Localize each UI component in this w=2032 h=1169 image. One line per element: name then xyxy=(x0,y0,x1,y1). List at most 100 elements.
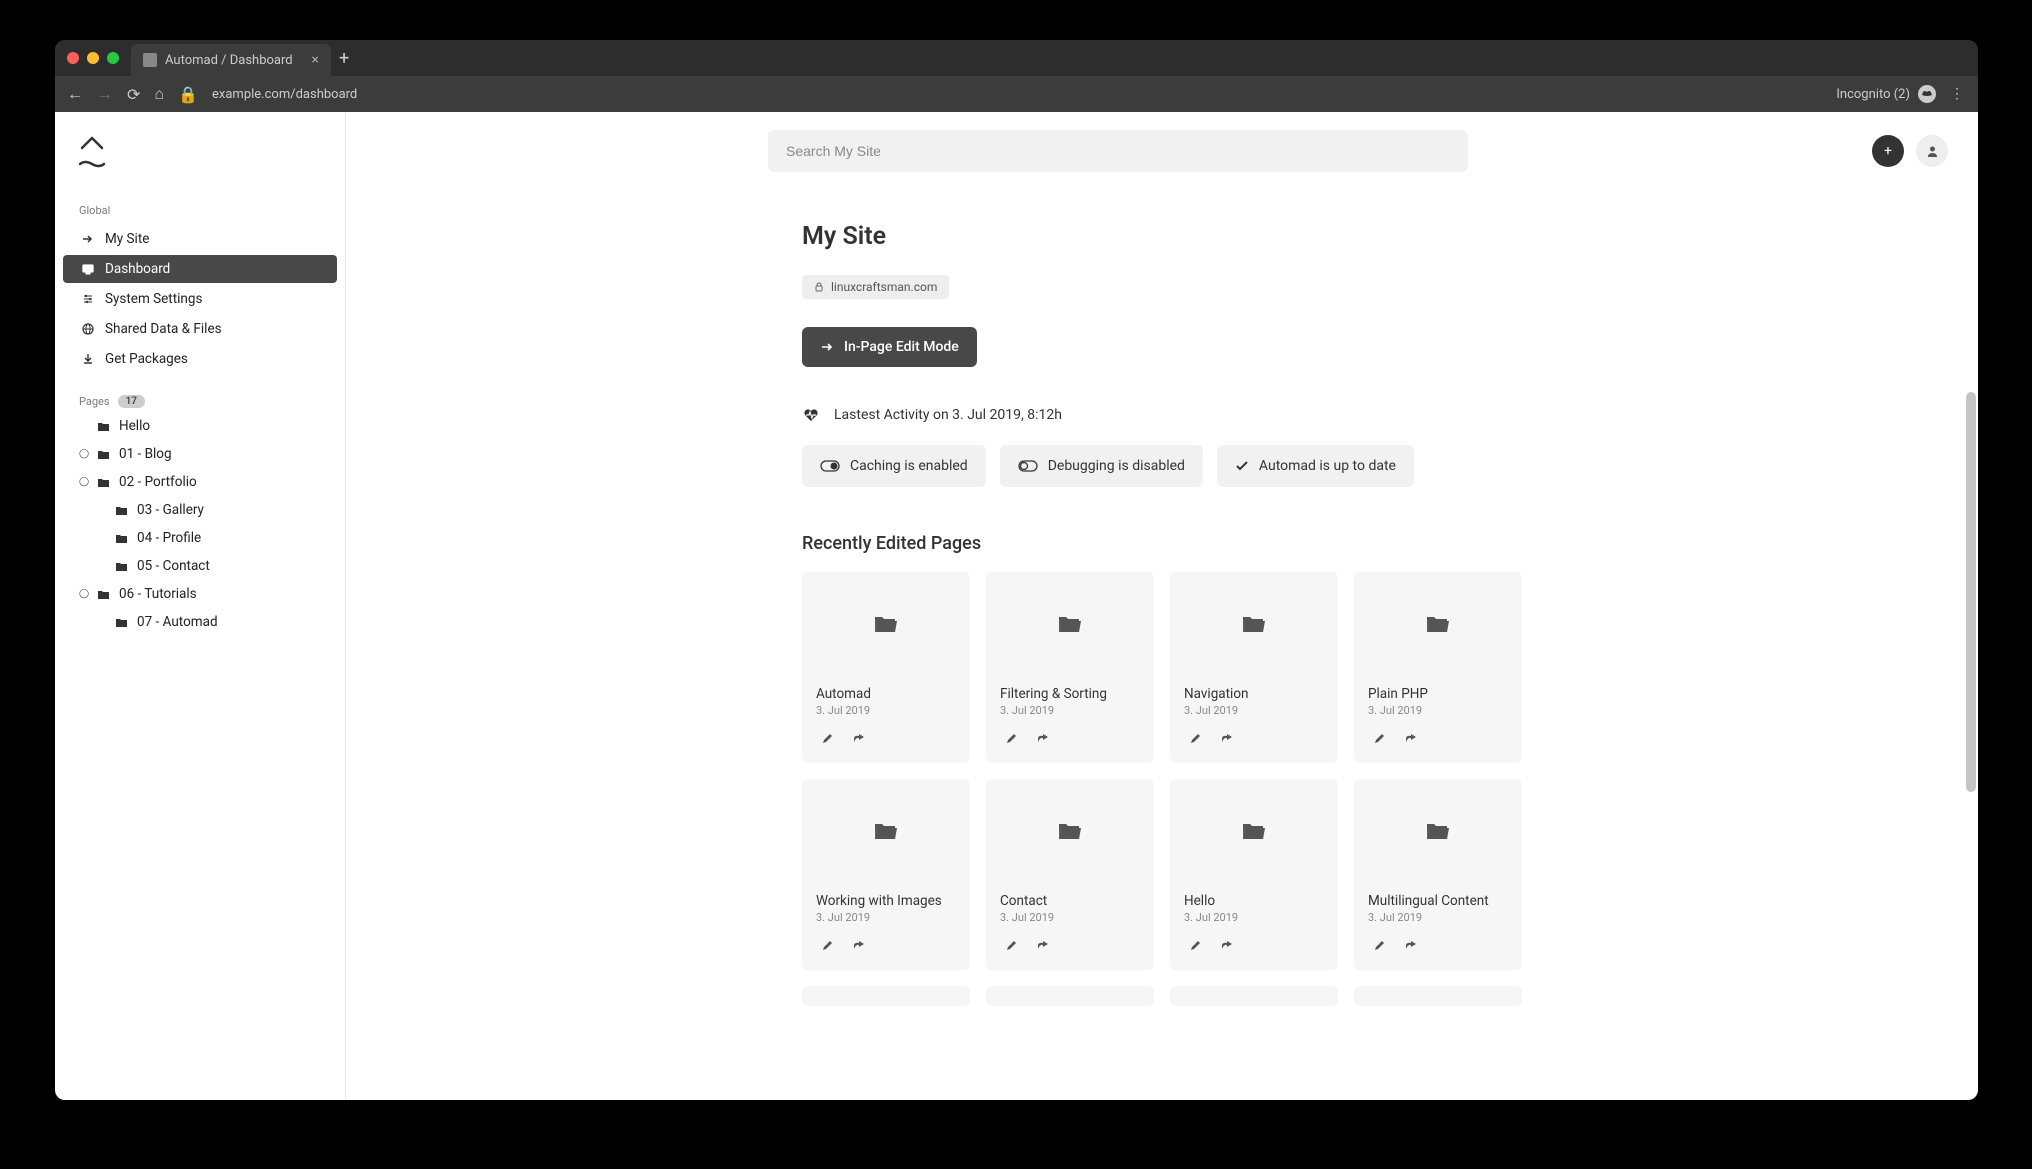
card-thumb xyxy=(986,572,1154,680)
recent-cards-grid: Automad3. Jul 2019Filtering & Sorting3. … xyxy=(802,572,1522,970)
card-thumb xyxy=(1354,572,1522,680)
page-card[interactable]: Filtering & Sorting3. Jul 2019 xyxy=(986,572,1154,763)
edit-action[interactable] xyxy=(816,727,838,749)
open-action[interactable] xyxy=(1400,934,1422,956)
app-logo[interactable] xyxy=(55,128,345,186)
debugging-pill[interactable]: Debugging is disabled xyxy=(1000,445,1203,487)
card-actions xyxy=(1170,727,1338,749)
card-date: 3. Jul 2019 xyxy=(1170,704,1338,727)
edit-action[interactable] xyxy=(816,934,838,956)
maximize-window-button[interactable] xyxy=(107,52,119,64)
in-page-edit-button[interactable]: In-Page Edit Mode xyxy=(802,327,977,367)
close-tab-button[interactable]: × xyxy=(312,52,319,68)
open-action[interactable] xyxy=(1216,727,1238,749)
page-card[interactable]: Hello3. Jul 2019 xyxy=(1170,779,1338,970)
card-actions xyxy=(986,727,1154,749)
nav-my-site[interactable]: My Site xyxy=(63,225,337,253)
pages-section-header: Pages 17 xyxy=(55,375,345,412)
tree-item[interactable]: 04 - Profile xyxy=(55,524,345,552)
nav-get-packages[interactable]: Get Packages xyxy=(63,345,337,373)
back-button[interactable]: ← xyxy=(67,84,83,104)
home-button[interactable]: ⌂ xyxy=(154,84,164,104)
page-card[interactable]: Multilingual Content3. Jul 2019 xyxy=(1354,779,1522,970)
recent-section-title: Recently Edited Pages xyxy=(802,533,1522,554)
nav-label: My Site xyxy=(105,231,149,247)
open-action[interactable] xyxy=(1032,934,1054,956)
incognito-indicator[interactable]: Incognito (2) xyxy=(1836,85,1936,103)
arrow-icon xyxy=(820,340,834,354)
arrow-icon xyxy=(81,233,95,245)
expand-icon[interactable]: ◯ xyxy=(79,589,89,599)
search-input[interactable] xyxy=(768,130,1468,172)
global-section-label: Global xyxy=(55,186,345,223)
edit-action[interactable] xyxy=(1184,727,1206,749)
edit-action[interactable] xyxy=(1368,934,1390,956)
heartbeat-icon xyxy=(802,407,820,423)
tab-title: Automad / Dashboard xyxy=(165,53,293,68)
page-card[interactable]: Plain PHP3. Jul 2019 xyxy=(1354,572,1522,763)
page-card[interactable]: Contact3. Jul 2019 xyxy=(986,779,1154,970)
open-action[interactable] xyxy=(848,934,870,956)
tree-item-label: 03 - Gallery xyxy=(137,502,204,518)
card-stub xyxy=(802,986,970,1006)
open-action[interactable] xyxy=(1400,727,1422,749)
tab-favicon xyxy=(143,53,157,67)
caching-pill[interactable]: Caching is enabled xyxy=(802,445,986,487)
tree-item[interactable]: ◯02 - Portfolio xyxy=(55,468,345,496)
open-action[interactable] xyxy=(1032,727,1054,749)
tree-item[interactable]: 05 - Contact xyxy=(55,552,345,580)
folder-open-icon xyxy=(1057,614,1083,638)
page-card[interactable]: Working with Images3. Jul 2019 xyxy=(802,779,970,970)
reload-button[interactable]: ⟳ xyxy=(127,85,140,104)
edit-action[interactable] xyxy=(1368,727,1390,749)
card-title: Contact xyxy=(986,887,1154,911)
browser-window: Automad / Dashboard × + ← → ⟳ ⌂ 🔒 exampl… xyxy=(55,40,1978,1100)
open-action[interactable] xyxy=(1216,934,1238,956)
card-date: 3. Jul 2019 xyxy=(1354,911,1522,934)
open-action[interactable] xyxy=(848,727,870,749)
sidebar: Global My Site Dashboard System Settings… xyxy=(55,112,346,1100)
globe-icon xyxy=(81,323,95,335)
card-thumb xyxy=(1170,572,1338,680)
tree-item[interactable]: ◯06 - Tutorials xyxy=(55,580,345,608)
close-window-button[interactable] xyxy=(67,52,79,64)
add-page-button[interactable]: + xyxy=(1872,135,1904,167)
new-tab-button[interactable]: + xyxy=(339,48,349,69)
card-stub xyxy=(1170,986,1338,1006)
browser-toolbar: ← → ⟳ ⌂ 🔒 example.com/dashboard Incognit… xyxy=(55,76,1978,112)
folder-icon xyxy=(97,477,111,488)
edit-action[interactable] xyxy=(1184,934,1206,956)
card-date: 3. Jul 2019 xyxy=(986,911,1154,934)
scrollbar[interactable] xyxy=(1966,392,1976,792)
tree-item[interactable]: 07 - Automad xyxy=(55,608,345,636)
tree-item[interactable]: ◯01 - Blog xyxy=(55,440,345,468)
tree-item[interactable]: Hello xyxy=(55,412,345,440)
card-date: 3. Jul 2019 xyxy=(802,704,970,727)
nav-dashboard[interactable]: Dashboard xyxy=(63,255,337,283)
expand-icon[interactable]: ◯ xyxy=(79,477,89,487)
card-thumb xyxy=(1354,779,1522,887)
page-card[interactable]: Navigation3. Jul 2019 xyxy=(1170,572,1338,763)
edit-action[interactable] xyxy=(1000,727,1022,749)
expand-icon[interactable]: ◯ xyxy=(79,449,89,459)
browser-tab[interactable]: Automad / Dashboard × xyxy=(131,44,331,76)
site-url-pill[interactable]: linuxcraftsman.com xyxy=(802,275,949,299)
card-title: Navigation xyxy=(1170,680,1338,704)
url-bar[interactable]: example.com/dashboard xyxy=(212,87,357,102)
update-pill[interactable]: Automad is up to date xyxy=(1217,445,1414,487)
browser-menu-button[interactable]: ⋮ xyxy=(1950,86,1966,102)
folder-open-icon xyxy=(1425,821,1451,845)
page-card[interactable]: Automad3. Jul 2019 xyxy=(802,572,970,763)
nav-system-settings[interactable]: System Settings xyxy=(63,285,337,313)
card-title: Plain PHP xyxy=(1354,680,1522,704)
edit-action[interactable] xyxy=(1000,934,1022,956)
page-viewport: Global My Site Dashboard System Settings… xyxy=(55,112,1978,1100)
card-thumb xyxy=(986,779,1154,887)
user-button[interactable] xyxy=(1916,135,1948,167)
card-thumb xyxy=(802,779,970,887)
content: My Site linuxcraftsman.com In-Page Edit … xyxy=(802,172,1522,1046)
forward-button[interactable]: → xyxy=(97,84,113,104)
nav-shared-data[interactable]: Shared Data & Files xyxy=(63,315,337,343)
tree-item[interactable]: 03 - Gallery xyxy=(55,496,345,524)
minimize-window-button[interactable] xyxy=(87,52,99,64)
